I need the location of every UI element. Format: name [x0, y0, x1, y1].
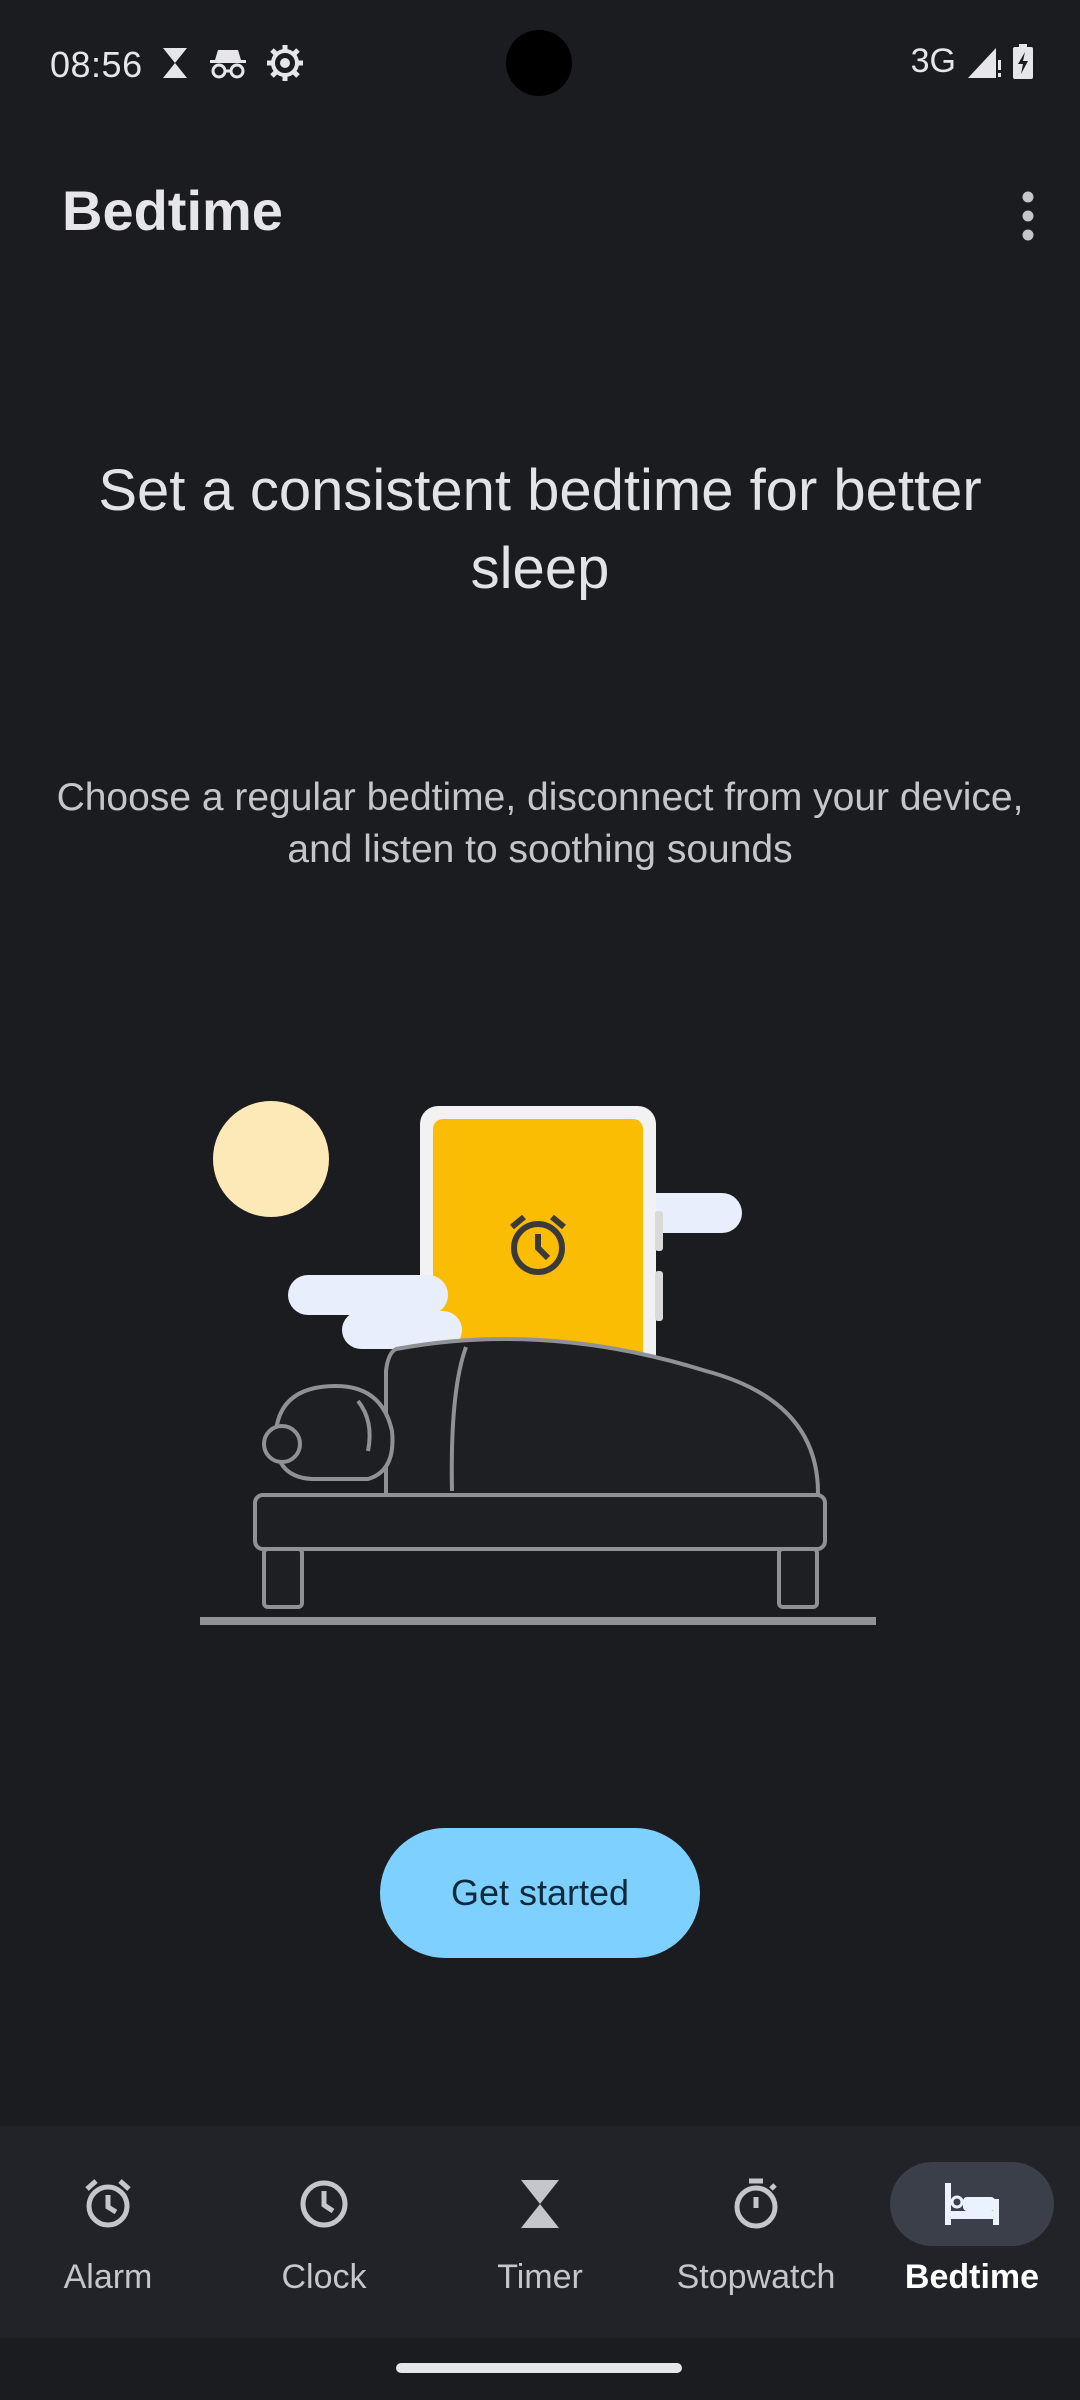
nav-label-alarm: Alarm [63, 2258, 153, 2296]
bedtime-illustration [106, 1031, 974, 1661]
bed-shape [200, 1337, 876, 1625]
nav-item-stopwatch[interactable]: Stopwatch [648, 2126, 864, 2338]
hourglass-icon [163, 48, 187, 78]
nav-item-bedtime[interactable]: Bedtime [864, 2126, 1080, 2338]
nav-label-stopwatch: Stopwatch [676, 2258, 836, 2296]
moon-shape [213, 1101, 329, 1217]
description: Choose a regular bedtime, disconnect fro… [56, 776, 1024, 871]
nav-icon-container [242, 2162, 406, 2246]
nav-icon-container [26, 2162, 190, 2246]
settings-gear-icon [267, 45, 303, 81]
gesture-handle[interactable] [396, 2363, 682, 2373]
alarm-icon [85, 2179, 131, 2228]
nav-item-clock[interactable]: Clock [216, 2126, 432, 2338]
cloud-left-shape [288, 1275, 462, 1349]
nav-item-timer[interactable]: Timer [432, 2126, 648, 2338]
page-title: Bedtime [62, 179, 283, 242]
nav-label-bedtime: Bedtime [904, 2258, 1040, 2296]
nav-label-timer: Timer [497, 2258, 583, 2296]
battery-charging-icon [1013, 43, 1033, 79]
clock-icon [300, 2180, 348, 2228]
hourglass-icon [521, 2180, 559, 2228]
stopwatch-icon [734, 2178, 778, 2229]
status-bar: 08:56 3G [0, 0, 1080, 128]
incognito-icon [210, 50, 246, 79]
more-options-button[interactable] [975, 148, 1080, 284]
nav-item-alarm[interactable]: Alarm [0, 2126, 216, 2338]
bed-icon [945, 2183, 999, 2225]
nav-icon-container [458, 2162, 622, 2246]
network-type: 3G [910, 42, 956, 80]
get-started-button[interactable]: Get started [380, 1828, 700, 1958]
signal-icon [968, 47, 1001, 78]
status-icons-left [160, 44, 304, 82]
bottom-navigation: Alarm Clock Timer Stopwatch Bedtime [0, 2126, 1080, 2338]
headline: Set a consistent bedtime for better slee… [98, 458, 982, 601]
nav-icon-container [674, 2162, 838, 2246]
status-time: 08:56 [50, 44, 143, 85]
more-vert-icon [1022, 191, 1033, 241]
camera-cutout [506, 30, 572, 96]
nav-icon-container [890, 2162, 1054, 2246]
status-icons-right: 3G [911, 42, 1034, 81]
nav-label-clock: Clock [281, 2258, 367, 2296]
